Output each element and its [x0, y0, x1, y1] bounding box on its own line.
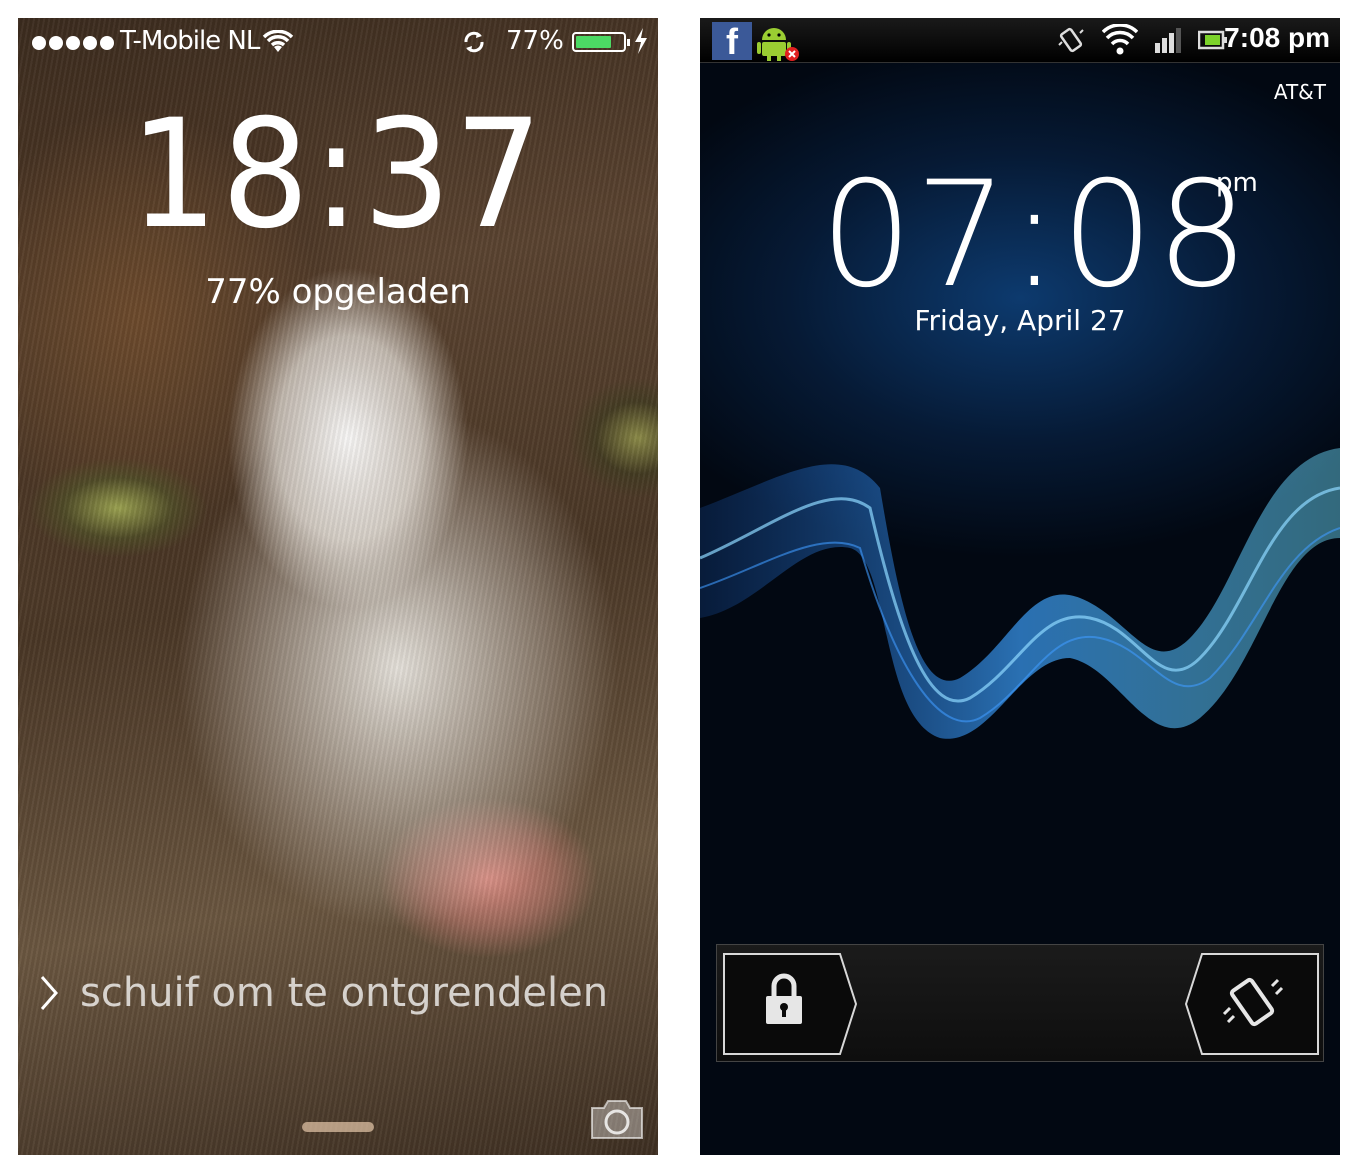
signal-icon: [1155, 28, 1181, 53]
vibrate-toggle-icon[interactable]: [1184, 952, 1320, 1056]
wifi-icon: [262, 30, 294, 52]
camera-icon[interactable]: [588, 1096, 646, 1142]
android-debug-icon: [757, 28, 799, 61]
status-time: 7:08 pm: [1224, 22, 1330, 53]
android-status-bar: f 7:08 pm: [700, 18, 1340, 63]
battery-icon: [572, 32, 630, 52]
lock-icon[interactable]: [722, 952, 858, 1056]
facebook-icon: f: [712, 22, 752, 62]
android-lock-screen: f 7:08 pm AT&T 07:08 pm Friday, April 27: [700, 18, 1340, 1155]
clock-ampm: pm: [1216, 168, 1258, 198]
carrier-name: AT&T: [1273, 80, 1326, 104]
ios-status-bar: T-Mobile NL 77%: [18, 18, 658, 66]
charge-status: 77% opgeladen: [205, 272, 471, 312]
chevron-right-icon: [40, 976, 58, 1010]
lock-clock: 18:37: [129, 88, 547, 262]
signal-dots-icon: [32, 36, 114, 50]
carrier-name: T-Mobile NL: [120, 26, 260, 56]
charging-bolt-icon: [635, 28, 647, 54]
ios-lock-screen: T-Mobile NL 77% 18:37 77% opgeladen schu…: [18, 18, 658, 1155]
xperia-wave-wallpaper: [700, 448, 1340, 739]
control-center-handle[interactable]: [302, 1122, 374, 1132]
vibrate-icon: [1058, 27, 1084, 53]
rotation-lock-icon: [464, 31, 484, 53]
lock-clock: 07:08: [820, 150, 1251, 320]
slide-to-unlock[interactable]: schuif om te ontgrendelen: [38, 970, 608, 1016]
slide-label: schuif om te ontgrendelen: [80, 970, 609, 1016]
lock-date: Friday, April 27: [914, 304, 1126, 337]
battery-percent: 77%: [506, 26, 564, 56]
wifi-icon: [1102, 24, 1138, 55]
